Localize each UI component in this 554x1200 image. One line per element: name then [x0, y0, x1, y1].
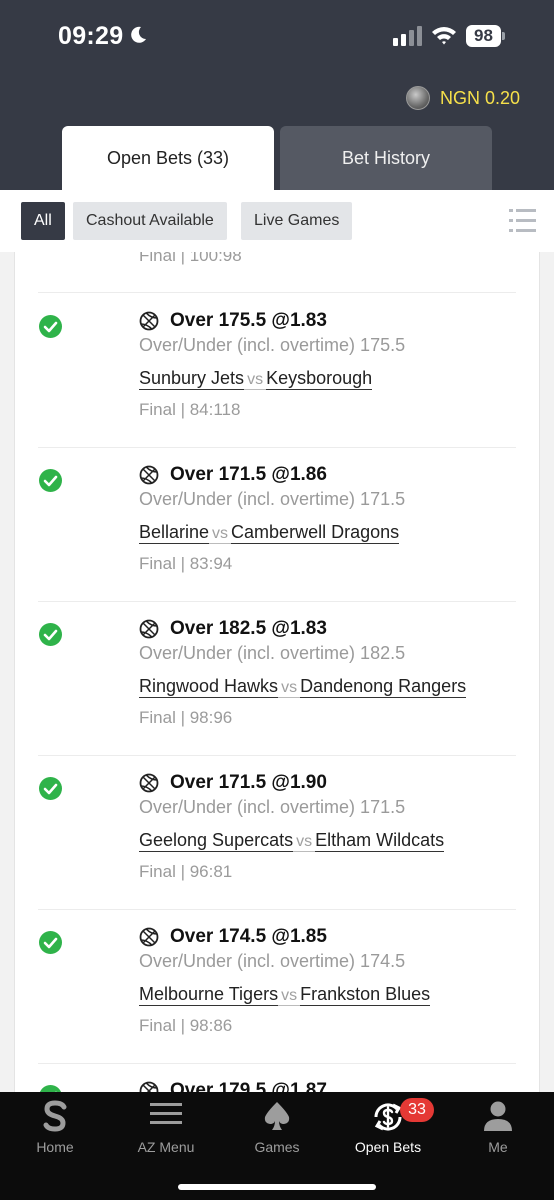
nav-label: Games — [254, 1139, 300, 1155]
home-team[interactable]: Geelong Supercats — [139, 830, 294, 852]
bet-teams[interactable]: Ringwood Hawks vs Dandenong Rangers — [139, 676, 467, 698]
nav-label: Me — [488, 1139, 508, 1155]
bet-market: Over/Under (incl. overtime) 171.5 — [139, 489, 406, 509]
bet-title: Over 174.5 @1.85 — [170, 926, 327, 947]
bet-title: Over 171.5 @1.90 — [170, 772, 327, 793]
basketball-icon — [139, 619, 159, 639]
tab-bet-history[interactable]: Bet History — [280, 126, 492, 190]
basketball-icon — [139, 465, 159, 485]
bet-market: Over/Under (incl. overtime) 182.5 — [139, 643, 406, 663]
bet-item[interactable]: Over 179.5 @1.87 — [0, 1063, 554, 1092]
bet-item[interactable]: Over 171.5 @1.90 Over/Under (incl. overt… — [0, 755, 554, 909]
away-team[interactable]: Camberwell Dragons — [231, 522, 400, 544]
vs-label: vs — [293, 833, 316, 852]
bet-title: Over 179.5 @1.87 — [170, 1080, 327, 1092]
bet-title: Over 182.5 @1.83 — [170, 618, 327, 639]
nav-label: Home — [36, 1139, 74, 1155]
bet-market: Over/Under (incl. overtime) 175.5 — [139, 335, 406, 355]
tab-open-bets[interactable]: Open Bets (33) — [62, 126, 274, 190]
won-check-icon — [39, 777, 62, 800]
balance-display[interactable]: NGN 0.20 — [405, 86, 520, 110]
bet-item[interactable]: Over 171.5 @1.86 Over/Under (incl. overt… — [0, 447, 554, 601]
battery-tip — [501, 32, 505, 40]
cellular-signal-icon — [393, 26, 422, 46]
bet-result: Final | 96:81 — [139, 862, 233, 881]
hamburger-menu-icon — [150, 1103, 182, 1124]
won-check-icon — [39, 931, 62, 954]
bet-item[interactable]: Over 174.5 @1.85 Over/Under (incl. overt… — [0, 909, 554, 1063]
moon-icon — [131, 26, 146, 43]
away-team[interactable]: Eltham Wildcats — [315, 830, 445, 852]
vs-label: vs — [209, 525, 232, 544]
sporty-s-icon — [43, 1100, 67, 1132]
won-check-icon — [39, 623, 62, 646]
nav-az-menu[interactable]: AZ Menu — [111, 1092, 221, 1162]
bet-result: Final | 100:98 — [139, 252, 242, 265]
home-team[interactable]: Sunbury Jets — [139, 368, 245, 390]
filter-bar: All Cashout Available Live Games — [0, 190, 554, 252]
bet-teams[interactable]: Melbourne Tigers vs Frankston Blues — [139, 984, 431, 1006]
bet-title: Over 171.5 @1.86 — [170, 464, 327, 485]
nav-me[interactable]: Me — [443, 1092, 553, 1162]
bet-teams[interactable]: Bellarine vs Camberwell Dragons — [139, 522, 400, 544]
bets-list[interactable]: Final | 100:98 Over 175.5 @1.83 Over/Und… — [0, 252, 554, 1092]
bet-item[interactable]: Over 182.5 @1.83 Over/Under (incl. overt… — [0, 601, 554, 755]
filter-live-games-chip[interactable]: Live Games — [241, 202, 353, 240]
nav-label: Open Bets — [354, 1139, 422, 1155]
bet-market: Over/Under (incl. overtime) 174.5 — [139, 951, 406, 971]
away-team[interactable]: Dandenong Rangers — [300, 676, 467, 698]
bet-result: Final | 98:86 — [139, 1016, 233, 1035]
home-team[interactable]: Melbourne Tigers — [139, 984, 279, 1006]
bet-result: Final | 98:96 — [139, 708, 233, 727]
nav-home[interactable]: Home — [0, 1092, 110, 1162]
basketball-icon — [139, 927, 159, 947]
bet-item[interactable]: Over 175.5 @1.83 Over/Under (incl. overt… — [0, 293, 554, 447]
bet-title: Over 175.5 @1.83 — [170, 310, 327, 331]
bet-teams[interactable]: Sunbury Jets vs Keysborough — [139, 368, 373, 390]
spade-icon — [264, 1102, 290, 1130]
away-team[interactable]: Frankston Blues — [300, 984, 431, 1006]
list-view-icon[interactable] — [509, 208, 536, 234]
battery-indicator: 98 — [466, 25, 505, 47]
nav-games[interactable]: Games — [222, 1092, 332, 1162]
basketball-icon — [139, 773, 159, 793]
home-indicator[interactable] — [178, 1184, 376, 1190]
avatar[interactable] — [405, 86, 430, 110]
person-icon — [484, 1101, 512, 1131]
vs-label: vs — [278, 679, 301, 698]
won-check-icon — [39, 315, 62, 338]
filter-cashout-chip[interactable]: Cashout Available — [73, 202, 227, 240]
basketball-icon — [139, 311, 159, 331]
status-bar: 09:29 98 — [0, 0, 554, 75]
open-bets-count-badge: 33 — [400, 1098, 434, 1122]
balance-amount: NGN 0.20 — [439, 87, 520, 108]
home-team[interactable]: Ringwood Hawks — [139, 676, 279, 698]
basketball-icon — [139, 1081, 159, 1092]
app-header: 09:29 98 NGN 0.20 Open Bets (33) Bet His… — [0, 0, 554, 190]
bet-teams[interactable]: Geelong Supercats vs Eltham Wildcats — [139, 830, 445, 852]
bet-result: Final | 84:118 — [139, 400, 241, 419]
won-check-icon — [39, 469, 62, 492]
bet-market: Over/Under (incl. overtime) 171.5 — [139, 797, 406, 817]
vs-label: vs — [244, 371, 267, 390]
won-check-icon — [39, 1085, 62, 1092]
filter-all-chip[interactable]: All — [21, 202, 65, 240]
vs-label: vs — [278, 987, 301, 1006]
home-team[interactable]: Bellarine — [139, 522, 210, 544]
nav-label: AZ Menu — [137, 1139, 195, 1155]
bet-result: Final | 83:94 — [139, 554, 233, 573]
away-team[interactable]: Keysborough — [266, 368, 373, 390]
battery-level: 98 — [466, 25, 501, 47]
wifi-icon — [432, 27, 456, 45]
status-time: 09:29 — [58, 22, 124, 50]
